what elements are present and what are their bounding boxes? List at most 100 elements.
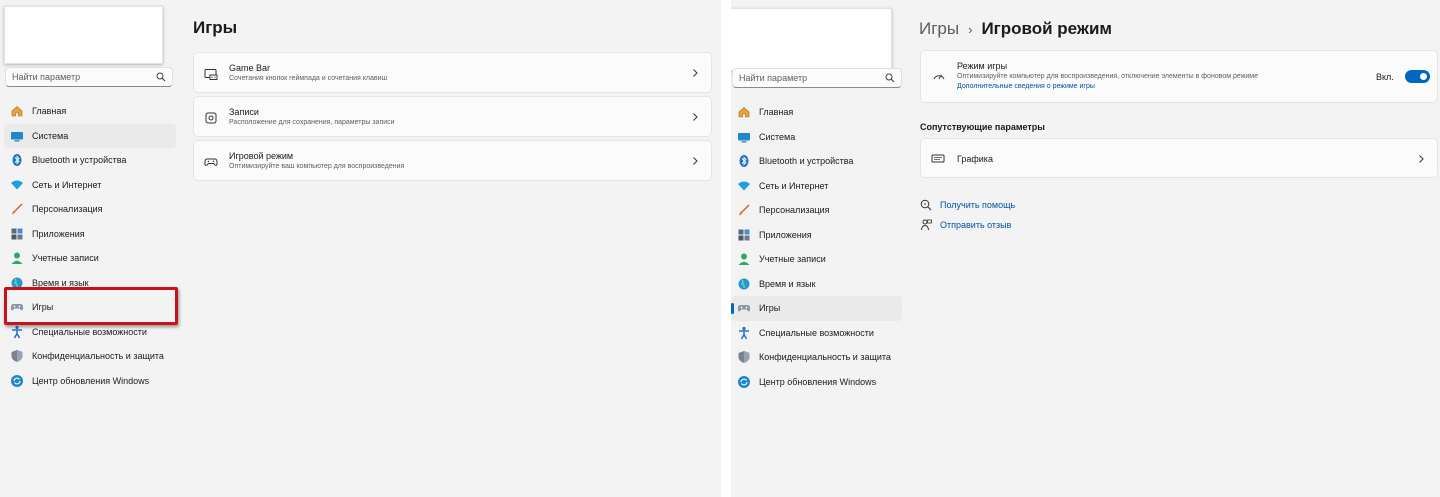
wifi-icon	[10, 178, 24, 192]
sidebar-item-system[interactable]: Система	[731, 125, 902, 150]
sidebar-item-privacy[interactable]: Конфиденциальность и защита	[4, 344, 176, 369]
search-input[interactable]: Найти параметр	[732, 68, 902, 88]
sidebar-item-apps[interactable]: Приложения	[4, 222, 176, 247]
home-icon	[10, 104, 24, 118]
search-icon	[156, 72, 166, 82]
sidebar-item-apps[interactable]: Приложения	[731, 223, 902, 248]
account-icon	[737, 252, 751, 266]
sidebar-item-home[interactable]: Главная	[4, 99, 176, 124]
graphics-card[interactable]: Графика	[920, 138, 1438, 178]
capture-icon	[205, 112, 217, 124]
apps-icon	[737, 228, 751, 242]
sidebar-item-label: Конфиденциальность и защита	[32, 351, 164, 362]
accessibility-icon	[737, 326, 751, 340]
bluetooth-icon	[10, 153, 24, 167]
sidebar-item-label: Система	[32, 130, 69, 141]
sidebar-item-label: Игры	[759, 303, 781, 314]
feedback-link[interactable]: Отправить отзыв	[920, 219, 1011, 231]
apps-icon	[10, 227, 24, 241]
game-mode-toggle[interactable]	[1405, 70, 1430, 83]
gaming-highlight-box	[4, 287, 178, 325]
more-info-link[interactable]: Дополнительные сведения о режиме игры	[957, 83, 1095, 90]
sidebar-item-label: Система	[759, 131, 796, 142]
sidebar-item-bluetooth[interactable]: Bluetooth и устройства	[731, 149, 902, 174]
get-help-link[interactable]: Получить помощь	[920, 199, 1015, 211]
sidebar-item-personalization[interactable]: Персонализация	[731, 198, 902, 223]
sidebar-item-label: Специальные возможности	[32, 326, 147, 337]
sidebar-item-gaming[interactable]: Игры	[731, 296, 902, 321]
sidebar-item-label: Учетные записи	[32, 253, 99, 264]
globe-icon	[737, 277, 751, 291]
sidebar-item-accounts[interactable]: Учетные записи	[731, 247, 902, 272]
shield-icon	[737, 350, 751, 364]
card-title: Графика	[957, 154, 993, 164]
sidebar-item-network[interactable]: Сеть и Интернет	[731, 174, 902, 199]
update-icon	[10, 374, 24, 388]
sidebar-item-windows-update[interactable]: Центр обновления Windows	[731, 370, 902, 395]
breadcrumb-separator: ›	[968, 21, 973, 37]
update-icon	[737, 375, 751, 389]
settings-window-game-mode: Найти параметр Главная Система Bluetooth…	[731, 0, 1440, 497]
accessibility-icon	[10, 325, 24, 339]
account-icon	[10, 251, 24, 265]
feedback-icon	[921, 219, 932, 231]
settings-window-games: Найти параметр Главная Система Bluetooth…	[0, 0, 721, 497]
sidebar-item-label: Приложения	[759, 229, 812, 240]
bluetooth-icon	[737, 154, 751, 168]
card-title: Игровой режим	[229, 151, 294, 161]
sidebar-item-label: Центр обновления Windows	[32, 375, 150, 386]
sidebar-item-label: Персонализация	[32, 204, 103, 215]
sidebar-item-label: Сеть и Интернет	[32, 179, 102, 190]
page-title: Игровой режим	[981, 19, 1112, 38]
chevron-right-icon	[693, 69, 698, 77]
toggle-state-label: Вкл.	[1376, 72, 1394, 82]
selection-indicator	[731, 303, 734, 314]
game-mode-setting-card: Режим игры Оптимизируйте компьютер для в…	[920, 50, 1438, 103]
captures-card[interactable]: Записи Расположение для сохранения, пара…	[193, 96, 712, 137]
game-bar-icon	[204, 69, 218, 80]
card-title: Game Bar	[229, 63, 271, 73]
sidebar-item-label: Приложения	[32, 228, 85, 239]
help-chat-icon	[920, 199, 932, 211]
sidebar-item-personalization[interactable]: Персонализация	[4, 197, 176, 222]
display-icon	[931, 154, 945, 163]
sidebar-item-privacy[interactable]: Конфиденциальность и защита	[731, 345, 902, 370]
game-bar-card[interactable]: Game Bar Сочетания кнопок геймпада и соч…	[193, 52, 712, 93]
setting-description: Оптимизируйте компьютер для воспроизведе…	[957, 73, 1259, 80]
sidebar-item-accessibility[interactable]: Специальные возможности	[731, 321, 902, 346]
sidebar-item-label: Bluetooth и устройства	[32, 155, 127, 166]
sidebar-nav: Главная Система Bluetooth и устройства С…	[731, 100, 902, 394]
breadcrumb-parent[interactable]: Игры	[919, 19, 959, 39]
sidebar-item-label: Учетные записи	[759, 254, 826, 265]
page-title: Игры	[193, 18, 238, 37]
sidebar-item-time-language[interactable]: Время и язык	[731, 272, 902, 297]
sidebar-item-label: Специальные возможности	[759, 327, 874, 338]
card-title: Записи	[229, 107, 259, 117]
chevron-right-icon	[1419, 155, 1424, 163]
sidebar-item-bluetooth[interactable]: Bluetooth и устройства	[4, 148, 176, 173]
sidebar-item-label: Время и язык	[759, 278, 816, 289]
sidebar-item-label: Персонализация	[759, 205, 830, 216]
sidebar-item-label: Bluetooth и устройства	[759, 156, 854, 167]
profile-area	[731, 8, 892, 71]
sidebar-item-system[interactable]: Система	[4, 123, 176, 148]
sidebar-item-label: Главная	[759, 107, 794, 118]
sidebar-item-accounts[interactable]: Учетные записи	[4, 246, 176, 271]
breadcrumb: Игры › Игровой режим	[919, 19, 1112, 39]
search-input[interactable]: Найти параметр	[5, 67, 173, 87]
wifi-icon	[737, 179, 751, 193]
sidebar-item-windows-update[interactable]: Центр обновления Windows	[4, 369, 176, 394]
system-icon	[10, 129, 24, 143]
card-description: Расположение для сохранения, параметры з…	[229, 119, 395, 126]
gamepad-icon	[737, 301, 751, 315]
chevron-right-icon	[693, 157, 698, 165]
toggle-knob	[1420, 73, 1427, 80]
sidebar-item-home[interactable]: Главная	[731, 100, 902, 125]
game-mode-card[interactable]: Игровой режим Оптимизируйте ваш компьюте…	[193, 140, 712, 181]
brush-icon	[737, 203, 751, 217]
sidebar-item-network[interactable]: Сеть и Интернет	[4, 173, 176, 198]
feedback-label: Отправить отзыв	[940, 220, 1012, 230]
setting-title: Режим игры	[957, 61, 1008, 71]
search-placeholder: Найти параметр	[12, 72, 81, 82]
sidebar-item-label: Сеть и Интернет	[759, 180, 829, 191]
